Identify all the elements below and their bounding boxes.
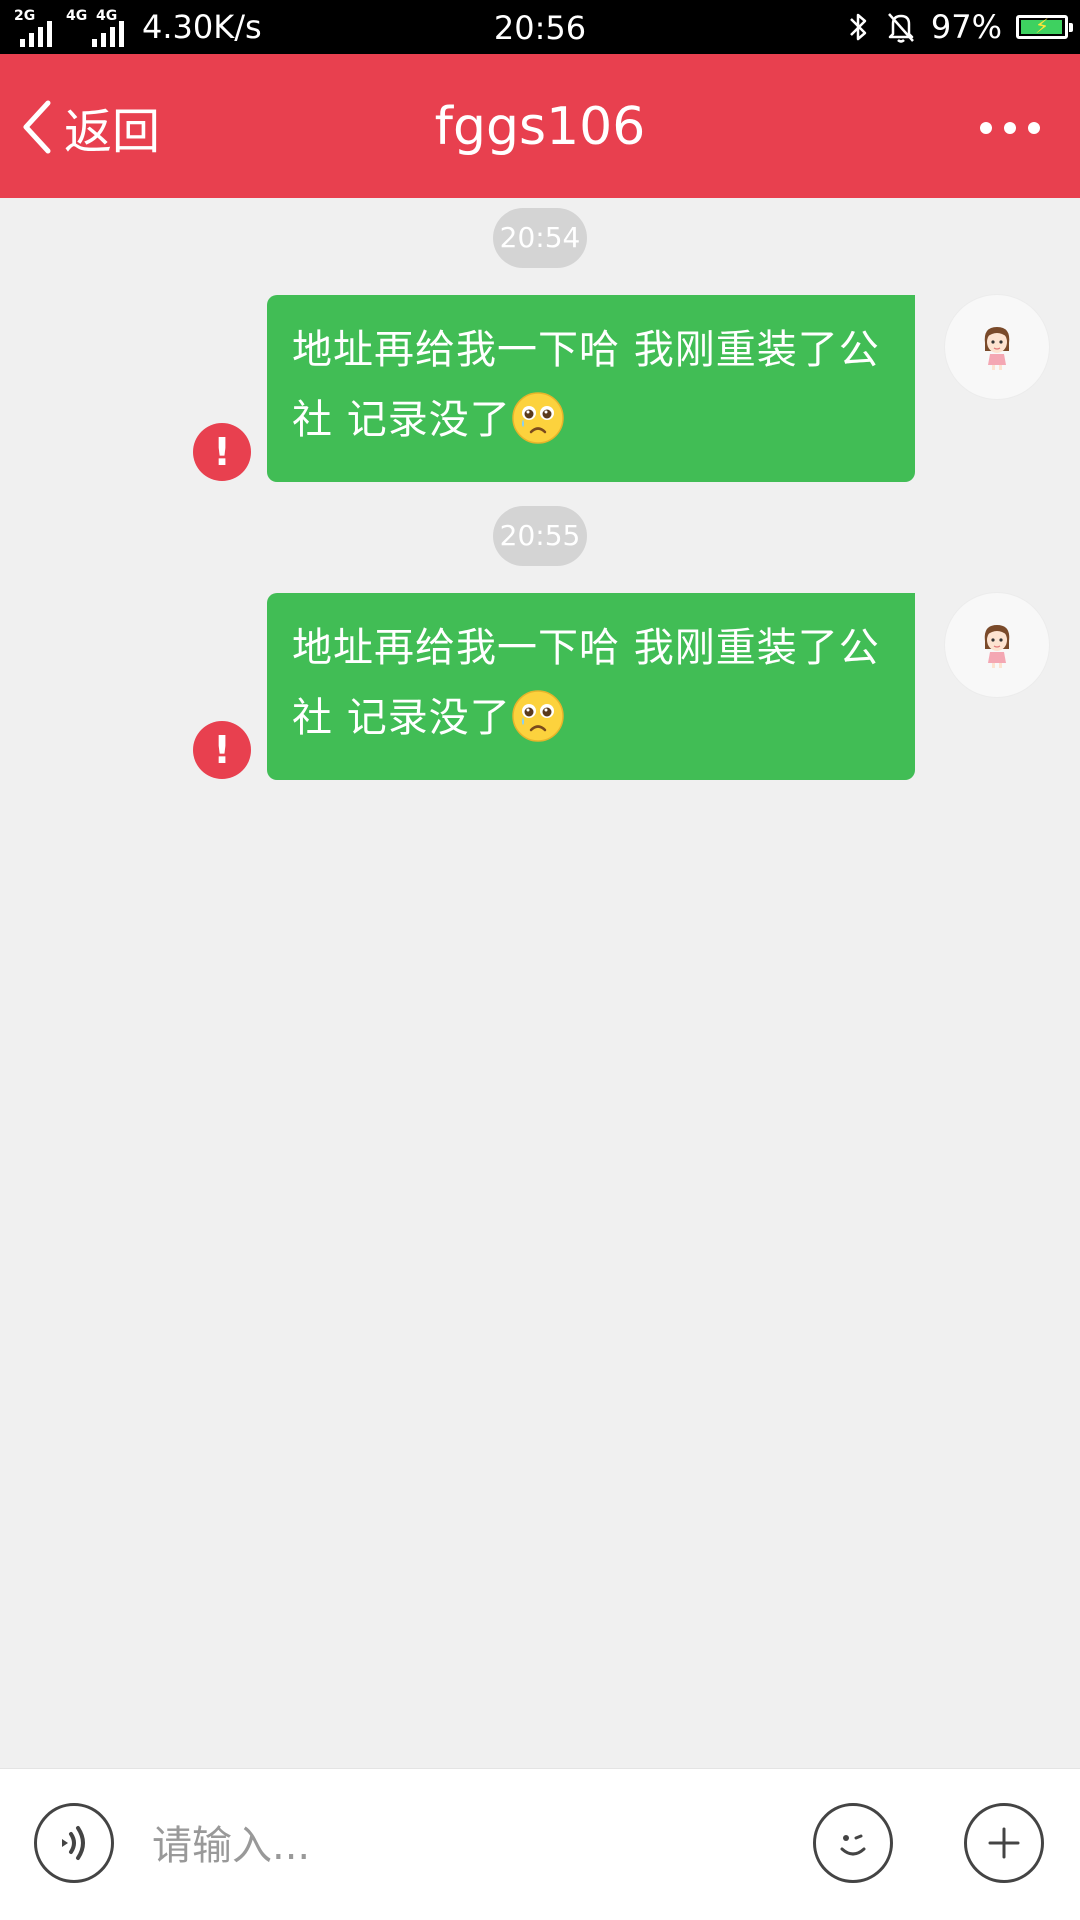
message-text-line: 地址再给我一下哈 我刚重装了公 [292,625,880,671]
message-timestamp: 20:54 [493,208,587,268]
message-timestamp: 20:55 [493,506,587,566]
status-bar: 2G 4G 4G 4.30K/s 20:56 97% ⚡ [0,0,1080,54]
battery-icon: ⚡ [1016,14,1073,39]
battery-percent: 97% [930,8,1002,46]
bluetooth-icon [849,13,867,41]
send-failed-icon[interactable]: ! [193,423,251,481]
status-right: 97% ⚡ [845,0,1073,54]
message-input-bar [0,1768,1080,1920]
voice-icon [62,1826,85,1860]
nav-bar: 返回 fggs106 [0,54,1080,198]
message-bubble[interactable]: 地址再给我一下哈 我刚重装了公 社 记录没了 [267,295,915,482]
smiley-icon [840,1834,866,1856]
plus-button[interactable] [964,1803,1044,1883]
message-text-line: 社 记录没了 [292,695,511,741]
avatar[interactable] [945,593,1049,697]
message-text-line: 社 记录没了 [292,397,511,443]
chat-screen: 2G 4G 4G 4.30K/s 20:56 97% ⚡ 返回 fggs106 … [0,0,1080,1920]
message-text-line: 地址再给我一下哈 我刚重装了公 [292,327,880,373]
crying-face-emoji [511,392,564,444]
crying-face-emoji [511,690,564,742]
more-dots-icon[interactable] [980,110,1040,146]
message-bubble[interactable]: 地址再给我一下哈 我刚重装了公 社 记录没了 [267,593,915,780]
girl-avatar-icon [984,327,1010,370]
voice-button[interactable] [34,1803,114,1883]
avatar[interactable] [945,295,1049,399]
page-title: fggs106 [434,97,646,157]
message-input[interactable] [150,1809,774,1883]
emoji-button[interactable] [813,1803,893,1883]
girl-avatar-icon [984,625,1010,668]
plus-icon [988,1827,1020,1859]
charging-icon: ⚡ [1034,14,1050,38]
send-failed-icon[interactable]: ! [193,721,251,779]
mute-bell-icon [887,13,914,43]
